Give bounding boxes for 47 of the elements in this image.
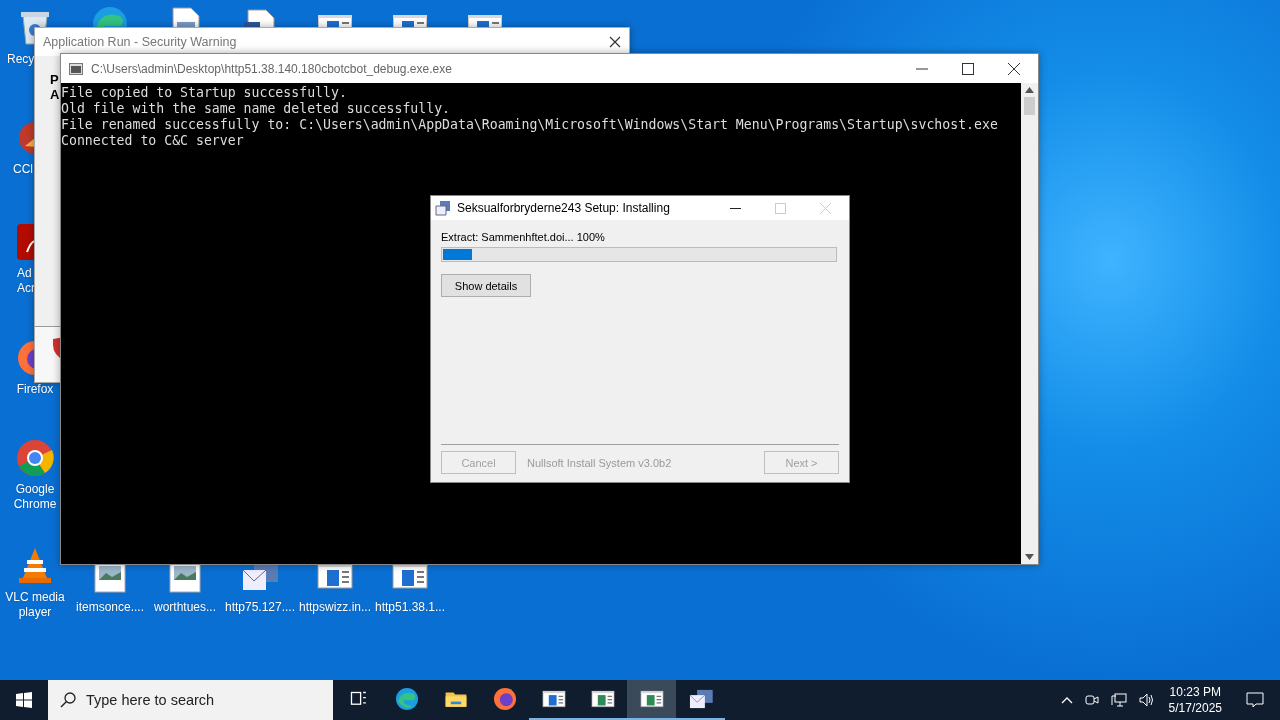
status-text: Extract: Sammenhftet.doi... 100%: [441, 230, 605, 244]
console-icon: [69, 62, 83, 75]
scrollbar[interactable]: [1021, 83, 1038, 564]
installer-icon: [435, 200, 451, 216]
icon-label[interactable]: VLC media player: [0, 590, 72, 620]
search-box[interactable]: Type here to search: [48, 680, 333, 720]
dialog-text: P: [50, 72, 60, 87]
window-title: C:\Users\admin\Desktop\http51.38.140.180cbotcbot_debug.exe.exe: [91, 61, 452, 76]
icon-label[interactable]: itemsonce....: [76, 600, 144, 615]
branding-text: Nullsoft Install System v3.0b2: [527, 456, 673, 469]
scrollbar-thumb[interactable]: [1024, 97, 1035, 115]
close-icon[interactable]: [1008, 62, 1020, 75]
console-line: Old file with the same name deleted successfully.: [61, 101, 452, 117]
maximize-icon: [775, 202, 786, 214]
chrome-icon: [15, 438, 55, 478]
clock-time[interactable]: 10:23 PM: [1169, 684, 1221, 700]
window-title: Application Run - Security Warning: [43, 35, 237, 49]
windows-icon: [16, 692, 32, 708]
search-field[interactable]: Type here to search: [86, 680, 326, 720]
taskbar-app[interactable]: [627, 680, 676, 720]
icon-label[interactable]: worthtues...: [154, 600, 216, 615]
fox-icon: [491, 686, 518, 712]
scroll-up-icon[interactable]: [1025, 87, 1034, 93]
icon-label[interactable]: http51.38.1...: [374, 600, 446, 615]
app-icon: [15, 222, 34, 262]
icon-label[interactable]: Google Chrome: [6, 482, 64, 512]
notifications-icon[interactable]: [1246, 692, 1264, 708]
show-details-button[interactable]: Show details: [441, 274, 531, 297]
scroll-down-icon[interactable]: [1025, 554, 1034, 560]
icon-label[interactable]: http75.127....: [224, 600, 296, 615]
maximize-icon[interactable]: [962, 62, 974, 75]
speaker-icon[interactable]: [1138, 693, 1155, 707]
clock-date[interactable]: 5/17/2025: [1168, 700, 1222, 716]
chevron-up-icon[interactable]: [1060, 696, 1073, 704]
console-line: File copied to Startup successfully.: [61, 85, 348, 101]
close-icon[interactable]: [609, 36, 621, 48]
network-icon[interactable]: [1110, 693, 1127, 707]
icon-label[interactable]: Firefox: [16, 382, 54, 397]
browser-icon: [393, 686, 420, 712]
console-line: File renamed successfully to: C:\Users\admin\AppData\Roaming\Microsoft\Windows\Start Menu\Programs\Startup\svchost.exe: [61, 117, 999, 133]
close-icon: [820, 202, 831, 214]
camera-icon[interactable]: [1084, 693, 1099, 707]
dialog-text: A: [50, 87, 60, 102]
window-title: Seksualforbryderne243 Setup: Installing: [457, 201, 670, 215]
search-icon: [60, 692, 76, 708]
console-line: Connected to C&C server: [61, 133, 245, 149]
icon-label[interactable]: httpswizz.in...: [299, 600, 371, 615]
